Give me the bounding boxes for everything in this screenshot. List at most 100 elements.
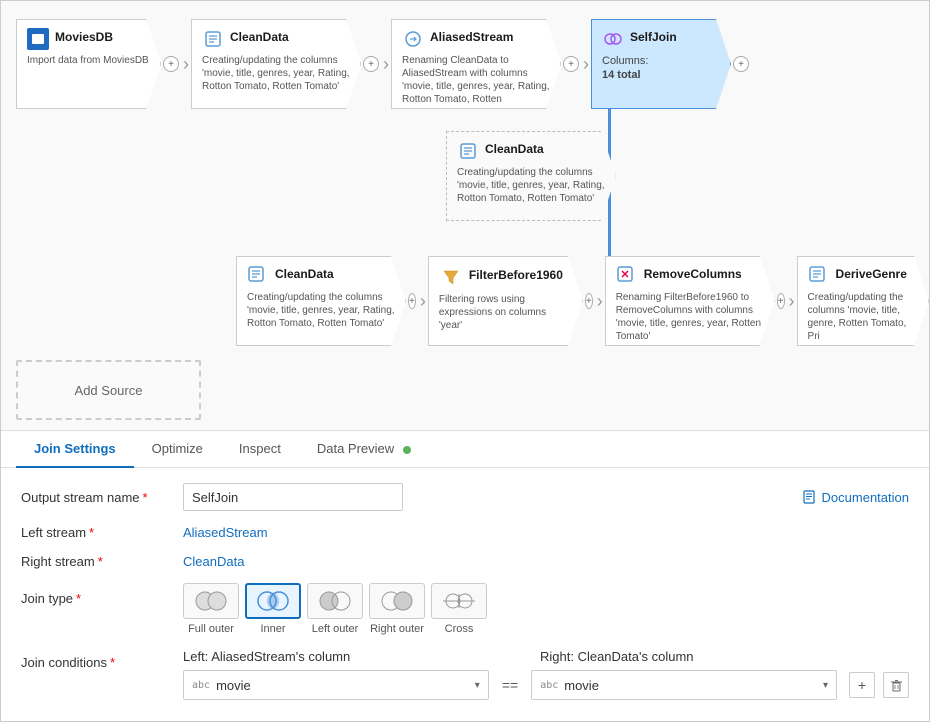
doc-icon	[803, 490, 817, 504]
delete-icon	[890, 679, 903, 692]
right-outer-venn	[377, 589, 417, 613]
node-moviesdb-title: MoviesDB	[55, 30, 113, 44]
node-cleandata1[interactable]: CleanData Creating/updating the columns …	[191, 19, 361, 109]
node-filterbefore1960-title: FilterBefore1960	[469, 268, 563, 282]
left-select-arrow: ▾	[475, 680, 480, 691]
derivegenre-icon	[808, 265, 830, 287]
node-selfjoin-desc: Columns:14 total	[602, 54, 720, 83]
plus-row3-1[interactable]: +	[408, 293, 416, 309]
settings-area: Output stream name * Documentation Left …	[1, 468, 929, 721]
tab-optimize[interactable]: Optimize	[134, 431, 221, 468]
cleandata2-icon	[457, 140, 479, 162]
add-source-label: Add Source	[75, 383, 143, 398]
join-conditions-row: Join conditions * Left: AliasedStream's …	[21, 649, 909, 700]
pipeline-row2: CleanData Creating/updating the columns …	[446, 131, 616, 221]
node-moviesdb-desc: Import data from MoviesDB	[27, 54, 150, 67]
node-removecolumns-title: RemoveColumns	[644, 267, 742, 281]
plus-row3-2[interactable]: +	[585, 293, 593, 309]
add-condition-button[interactable]: +	[849, 672, 875, 698]
right-outer-icon-box	[369, 583, 425, 619]
bottom-panel: Join Settings Optimize Inspect Data Prev…	[1, 431, 929, 721]
join-type-right-outer[interactable]: Right outer	[369, 583, 425, 635]
output-stream-label: Output stream name *	[21, 490, 171, 505]
left-outer-venn	[315, 589, 355, 613]
tabs-bar: Join Settings Optimize Inspect Data Prev…	[1, 431, 929, 468]
left-stream-label: Left stream *	[21, 525, 171, 540]
right-column-select[interactable]: abc movie ▾	[531, 670, 837, 700]
removecolumns-icon	[616, 265, 638, 287]
arrow-2: ›	[383, 54, 389, 75]
condition-row-1: abc movie ▾ == abc movie ▾ +	[183, 670, 909, 700]
join-conditions-content: Left: AliasedStream's column Right: Clea…	[183, 649, 909, 700]
filter-icon	[439, 265, 463, 289]
left-stream-value[interactable]: AliasedStream	[183, 525, 268, 540]
cross-icon-box	[431, 583, 487, 619]
left-stream-row: Left stream * AliasedStream	[21, 525, 909, 540]
node-aliasedstream[interactable]: AliasedStream Renaming CleanData to Alia…	[391, 19, 561, 109]
full-outer-icon-box	[183, 583, 239, 619]
join-conditions-label: Join conditions *	[21, 649, 171, 670]
plus-after-cleandata1[interactable]: +	[363, 56, 379, 72]
node-cleandata2-desc: Creating/updating the columns 'movie, ti…	[457, 166, 605, 205]
tab-data-preview[interactable]: Data Preview	[299, 431, 429, 468]
node-aliasedstream-desc: Renaming CleanData to AliasedStream with…	[402, 54, 550, 106]
left-abc-badge: abc	[192, 680, 210, 691]
output-stream-input[interactable]	[183, 483, 403, 511]
right-stream-label: Right stream *	[21, 554, 171, 569]
node-removecolumns-desc: Renaming FilterBefore1960 to RemoveColum…	[616, 291, 764, 343]
aliasedstream-icon	[402, 28, 424, 50]
join-type-row: Join type * Full outer	[21, 583, 909, 635]
node-selfjoin-title: SelfJoin	[630, 30, 677, 44]
selfjoin-icon	[602, 28, 624, 50]
node-cleandata3[interactable]: CleanData Creating/updating the columns …	[236, 256, 406, 346]
right-stream-value[interactable]: CleanData	[183, 554, 244, 569]
delete-condition-button[interactable]	[883, 672, 909, 698]
join-type-cross[interactable]: Cross	[431, 583, 487, 635]
node-derivegenre-desc: Creating/updating the columns 'movie, ti…	[808, 291, 918, 343]
node-moviesdb[interactable]: MoviesDB Import data from MoviesDB	[16, 19, 161, 109]
node-selfjoin[interactable]: SelfJoin Columns:14 total	[591, 19, 731, 109]
cross-venn	[439, 589, 479, 613]
documentation-link[interactable]: Documentation	[803, 490, 909, 505]
tab-join-settings[interactable]: Join Settings	[16, 431, 134, 468]
plus-after-aliasedstream[interactable]: +	[563, 56, 579, 72]
join-type-full-outer[interactable]: Full outer	[183, 583, 239, 635]
join-type-left-outer[interactable]: Left outer	[307, 583, 363, 635]
arrow-row3-2: ›	[597, 291, 603, 312]
arrow-row3-3: ›	[789, 291, 795, 312]
left-column-select[interactable]: abc movie ▾	[183, 670, 489, 700]
right-abc-badge: abc	[540, 680, 558, 691]
plus-row3-3[interactable]: +	[777, 293, 785, 309]
join-type-inner[interactable]: Inner	[245, 583, 301, 635]
node-cleandata3-desc: Creating/updating the columns 'movie, ti…	[247, 291, 395, 330]
full-outer-venn	[191, 589, 231, 613]
plus-after-selfjoin[interactable]: +	[733, 56, 749, 72]
doc-link-label: Documentation	[822, 490, 909, 505]
right-select-arrow: ▾	[823, 680, 828, 691]
left-column-value: movie	[216, 678, 475, 693]
arrow-3: ›	[583, 54, 589, 75]
cleandata1-icon	[202, 28, 224, 50]
equals-sign: ==	[497, 677, 523, 693]
pipeline-row3: CleanData Creating/updating the columns …	[236, 256, 929, 346]
node-cleandata2[interactable]: CleanData Creating/updating the columns …	[446, 131, 616, 221]
node-aliasedstream-title: AliasedStream	[430, 30, 513, 44]
data-preview-dot	[403, 446, 411, 454]
pipeline-row1: MoviesDB Import data from MoviesDB + › C…	[16, 19, 751, 109]
output-stream-row: Output stream name * Documentation	[21, 483, 909, 511]
add-source-box[interactable]: Add Source	[16, 360, 201, 420]
tab-inspect[interactable]: Inspect	[221, 431, 299, 468]
left-outer-icon-box	[307, 583, 363, 619]
condition-headers: Left: AliasedStream's column Right: Clea…	[183, 649, 909, 664]
node-cleandata2-title: CleanData	[485, 142, 544, 156]
plus-after-moviesdb[interactable]: +	[163, 56, 179, 72]
main-container: MoviesDB Import data from MoviesDB + › C…	[0, 0, 930, 722]
arrow-1: ›	[183, 54, 189, 75]
node-filterbefore1960-desc: Filtering rows using expressions on colu…	[439, 293, 572, 332]
inner-venn	[253, 589, 293, 613]
node-derivegenre[interactable]: DeriveGenre Creating/updating the column…	[797, 256, 929, 346]
moviesdb-icon	[27, 28, 49, 50]
node-filterbefore1960[interactable]: FilterBefore1960 Filtering rows using ex…	[428, 256, 583, 346]
node-removecolumns[interactable]: RemoveColumns Renaming FilterBefore1960 …	[605, 256, 775, 346]
arrow-row3-1: ›	[420, 291, 426, 312]
